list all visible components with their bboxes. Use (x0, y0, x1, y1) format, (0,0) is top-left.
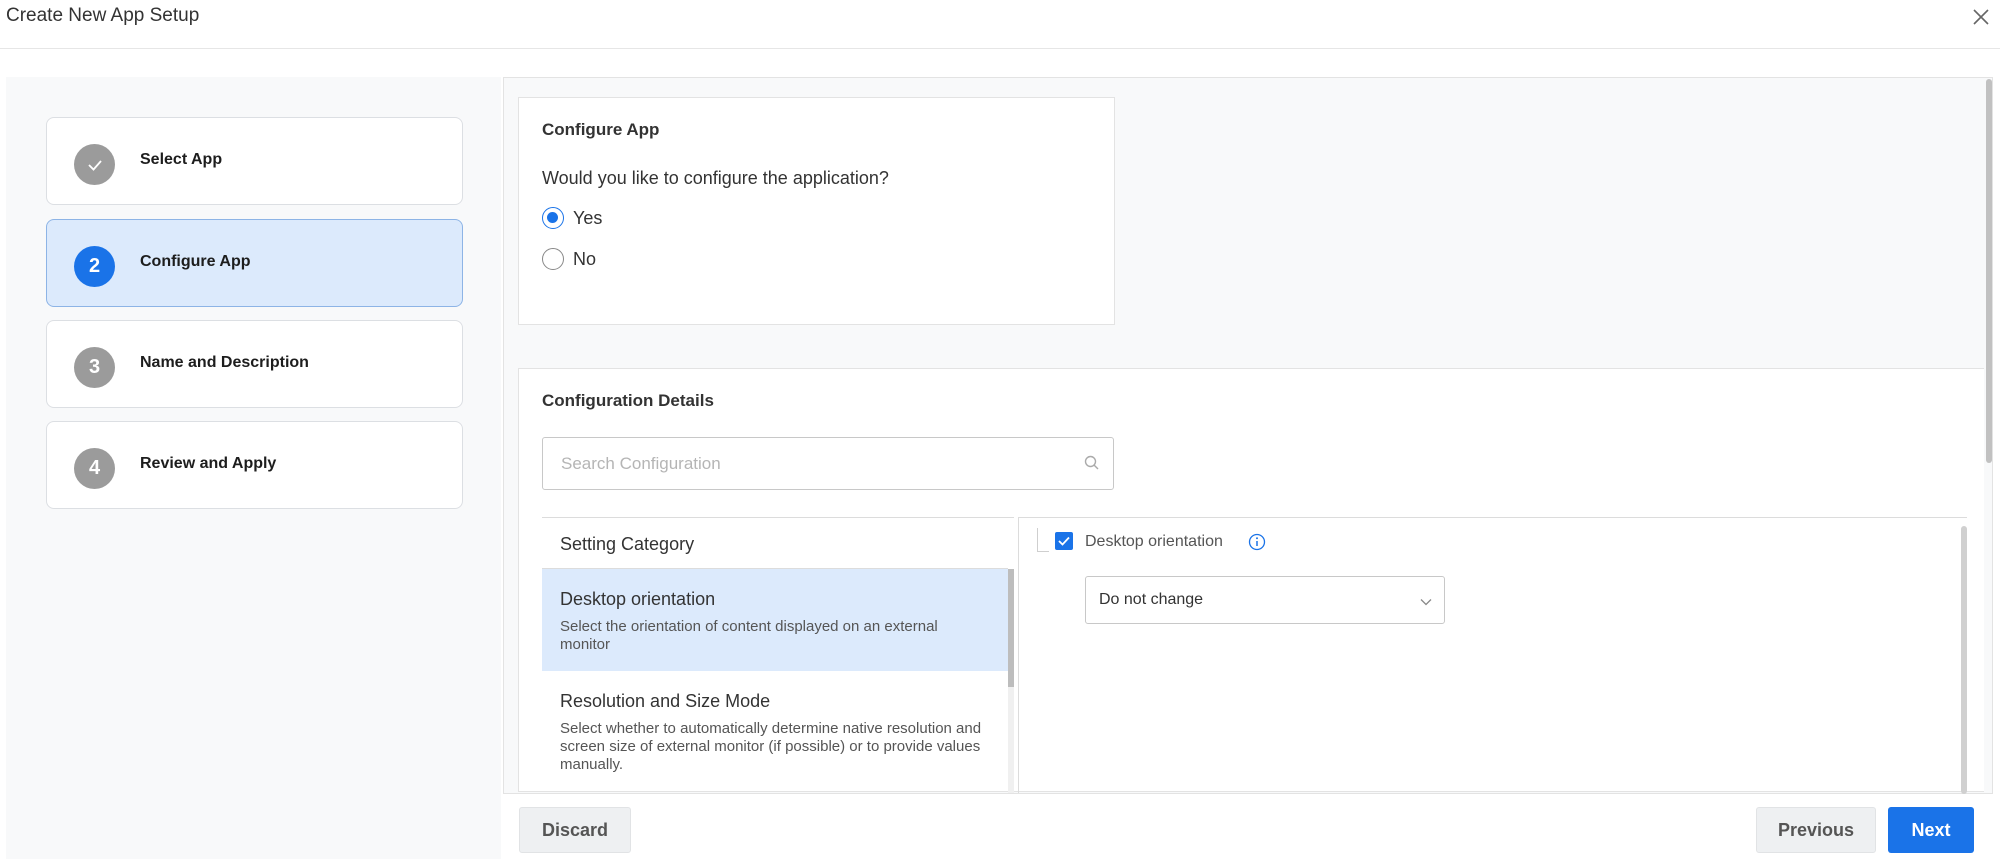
info-icon[interactable] (1248, 533, 1266, 551)
step-label: Review and Apply (140, 455, 277, 472)
setting-label: Desktop orientation (1085, 533, 1223, 550)
search-placeholder: Search Configuration (561, 454, 721, 473)
category-item-desktop-orientation[interactable]: Desktop orientation Select the orientati… (542, 569, 1008, 671)
configure-app-card: Configure App Would you like to configur… (518, 97, 1115, 325)
setting-detail-pane: Desktop orientation Do not change (1018, 517, 1967, 794)
detail-scrollbar[interactable] (1961, 526, 1967, 794)
close-icon[interactable] (1968, 4, 1994, 30)
step-label: Configure App (140, 253, 251, 270)
category-name: Resolution and Size Mode (560, 691, 771, 711)
radio-yes[interactable]: Yes (542, 207, 602, 229)
radio-no[interactable]: No (542, 248, 596, 270)
step-configure-app[interactable]: 2 Configure App (46, 219, 463, 307)
step-review-and-apply[interactable]: 4 Review and Apply (46, 421, 463, 509)
step-select-app[interactable]: Select App (46, 117, 463, 205)
wizard-steps: Select App 2 Configure App 3 Name and De… (6, 77, 501, 859)
card-title: Configure App (542, 120, 660, 139)
search-configuration-input[interactable]: Search Configuration (542, 437, 1114, 490)
check-icon (74, 144, 115, 185)
search-icon (1083, 454, 1101, 472)
tree-connector (1037, 528, 1049, 552)
content-scrollbar[interactable] (1986, 79, 1992, 463)
setting-category-list: Setting Category Desktop orientation Sel… (542, 517, 1014, 793)
previous-button[interactable]: Previous (1756, 807, 1876, 853)
next-button[interactable]: Next (1888, 807, 1974, 853)
category-description: Select whether to automatically determin… (560, 720, 982, 773)
discard-button[interactable]: Discard (519, 807, 631, 853)
scrollbar-thumb[interactable] (1008, 569, 1014, 687)
dialog-header: Create New App Setup (0, 0, 2000, 49)
configuration-details-card: Configuration Details Search Configurati… (518, 368, 1984, 794)
dropdown-value: Do not change (1099, 591, 1204, 608)
step-name-and-description[interactable]: 3 Name and Description (46, 320, 463, 408)
radio-button[interactable] (542, 248, 564, 270)
step-label: Name and Description (140, 354, 309, 371)
desktop-orientation-dropdown[interactable]: Do not change (1085, 576, 1445, 624)
step-label: Select App (140, 151, 223, 168)
desktop-orientation-checkbox[interactable] (1055, 532, 1073, 550)
card-title: Configuration Details (542, 391, 714, 410)
step-number: 3 (74, 347, 115, 388)
category-description: Select the orientation of content displa… (560, 618, 938, 653)
configure-question: Would you like to configure the applicat… (542, 168, 889, 188)
dialog-title: Create New App Setup (6, 5, 200, 26)
radio-label: No (573, 248, 597, 269)
radio-button[interactable] (542, 207, 564, 229)
category-scrollbar[interactable] (1008, 569, 1014, 793)
category-item-resolution-and-size-mode[interactable]: Resolution and Size Mode Select whether … (542, 671, 1008, 793)
category-name: Desktop orientation (560, 589, 716, 609)
radio-label: Yes (573, 207, 603, 228)
step-number: 2 (74, 246, 115, 287)
setting-category-header: Setting Category (560, 534, 695, 554)
chevron-down-icon (1418, 594, 1434, 610)
step-number: 4 (74, 448, 115, 489)
